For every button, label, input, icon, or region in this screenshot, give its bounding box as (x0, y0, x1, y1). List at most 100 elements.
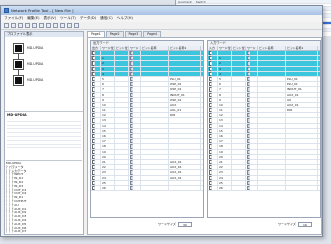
row-checkbox[interactable] (92, 102, 95, 108)
bit-position-cell[interactable] (115, 76, 129, 82)
word-cell[interactable] (129, 76, 141, 82)
save-icon[interactable] (18, 23, 23, 28)
bit-position-cell[interactable] (232, 159, 246, 165)
row-checkbox[interactable] (209, 139, 212, 144)
bit-name-cell[interactable] (258, 165, 286, 170)
dropdown-icon[interactable] (130, 154, 133, 159)
bit-name-cell[interactable] (258, 139, 286, 144)
dropdown-icon[interactable] (130, 71, 133, 76)
word-cell[interactable] (129, 108, 141, 113)
bit-position-cell[interactable] (115, 51, 129, 56)
row-checkbox[interactable] (209, 159, 212, 165)
word-cell[interactable] (129, 144, 141, 149)
bit-name-cell[interactable] (258, 71, 286, 76)
bit-name1-cell[interactable] (169, 180, 201, 185)
word-cell[interactable] (246, 139, 258, 144)
dropdown-icon[interactable] (130, 56, 133, 61)
word-cell[interactable] (246, 92, 258, 97)
table-row[interactable]: 26 (208, 185, 320, 192)
bit-position-cell[interactable] (115, 56, 129, 61)
bit-name1-cell[interactable]: PLU_01 (169, 76, 201, 82)
word-cell[interactable] (246, 51, 258, 56)
dropdown-icon[interactable] (130, 139, 133, 144)
word-cell[interactable] (129, 51, 141, 56)
bit-name-cell[interactable] (141, 139, 169, 144)
cut-icon[interactable] (25, 23, 30, 28)
dropdown-icon[interactable] (130, 113, 133, 118)
bit-position-cell[interactable] (115, 108, 129, 113)
dropdown-icon[interactable] (247, 175, 250, 180)
bit-position-cell[interactable] (115, 185, 129, 191)
bit-position-cell[interactable] (115, 97, 129, 102)
bit-name1-cell[interactable]: INOUT_01 (286, 87, 318, 92)
word-cell[interactable] (246, 175, 258, 180)
bit-position-cell[interactable] (115, 180, 129, 185)
dropdown-icon[interactable] (130, 149, 133, 154)
bit-position-cell[interactable] (232, 76, 246, 82)
word-cell[interactable] (246, 76, 258, 82)
bit-position-cell[interactable] (115, 66, 129, 71)
word-cell[interactable] (246, 108, 258, 113)
bit-name-cell[interactable] (141, 61, 169, 66)
word-cell[interactable] (246, 71, 258, 76)
bit-position-cell[interactable] (232, 82, 246, 87)
word-cell[interactable] (246, 128, 258, 133)
bit-name1-cell[interactable] (286, 56, 318, 61)
dropdown-icon[interactable] (130, 134, 133, 139)
word-cell[interactable] (129, 71, 141, 76)
word-cell[interactable] (129, 118, 141, 123)
bit-name1-cell[interactable] (169, 66, 201, 71)
row-checkbox[interactable] (92, 175, 95, 180)
bit-position-cell[interactable] (115, 113, 129, 118)
bit-name1-cell[interactable]: AUX_01 (286, 102, 318, 108)
row-checkbox[interactable] (92, 144, 95, 149)
word-cell[interactable] (246, 180, 258, 185)
row-checkbox[interactable] (209, 128, 212, 133)
bit-name1-cell[interactable]: AUX_01 (169, 165, 201, 170)
word-cell[interactable] (246, 154, 258, 159)
bit-name-cell[interactable] (258, 97, 286, 102)
bit-name1-cell[interactable] (169, 144, 201, 149)
bit-name-cell[interactable] (141, 118, 169, 123)
row-checkbox[interactable] (92, 92, 95, 97)
copy-icon[interactable] (32, 23, 37, 28)
bit-position-cell[interactable] (232, 108, 246, 113)
dropdown-icon[interactable] (247, 51, 250, 56)
dropdown-icon[interactable] (247, 134, 250, 139)
row-checkbox[interactable] (209, 185, 212, 191)
bit-position-cell[interactable] (115, 82, 129, 87)
bit-name1-cell[interactable]: AU (286, 97, 318, 102)
bit-position-cell[interactable] (115, 175, 129, 180)
bit-name-cell[interactable] (258, 159, 286, 165)
bit-name1-cell[interactable]: DIR (169, 113, 201, 118)
row-checkbox[interactable] (92, 108, 95, 113)
bit-name1-cell[interactable] (286, 51, 318, 56)
bit-position-cell[interactable] (115, 144, 129, 149)
dropdown-icon[interactable] (130, 170, 133, 175)
dropdown-icon[interactable] (247, 102, 250, 108)
bit-name1-cell[interactable] (286, 149, 318, 154)
row-checkbox[interactable] (92, 66, 95, 71)
bit-name-cell[interactable] (258, 56, 286, 61)
row-checkbox[interactable] (209, 56, 212, 61)
bit-position-cell[interactable] (115, 139, 129, 144)
dropdown-icon[interactable] (247, 180, 250, 185)
dropdown-icon[interactable] (247, 144, 250, 149)
bit-name1-cell[interactable] (169, 118, 201, 123)
bit-position-cell[interactable] (115, 128, 129, 133)
word-cell[interactable] (129, 92, 141, 97)
dropdown-icon[interactable] (130, 180, 133, 185)
row-checkbox[interactable] (209, 92, 212, 97)
bit-name-cell[interactable] (258, 170, 286, 175)
bit-name1-cell[interactable] (286, 113, 318, 118)
bit-name1-cell[interactable] (286, 71, 318, 76)
dropdown-icon[interactable] (247, 92, 250, 97)
word-cell[interactable] (129, 61, 141, 66)
dropdown-icon[interactable] (130, 66, 133, 71)
bit-name-cell[interactable] (141, 180, 169, 185)
bit-name1-cell[interactable] (286, 61, 318, 66)
bit-name-cell[interactable] (258, 61, 286, 66)
bit-position-cell[interactable] (115, 118, 129, 123)
bit-name1-cell[interactable] (286, 118, 318, 123)
row-checkbox[interactable] (92, 118, 95, 123)
